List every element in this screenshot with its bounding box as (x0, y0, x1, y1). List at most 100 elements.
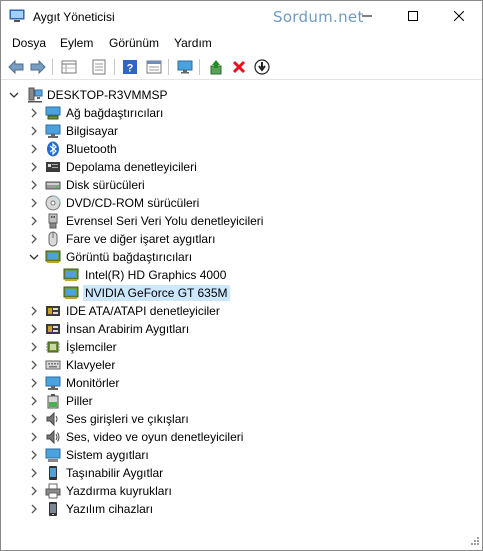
tree-category-row[interactable]: Yazılım cihazları (1, 500, 482, 518)
keyboard-icon (45, 357, 61, 373)
chevron-right-icon[interactable] (29, 324, 39, 334)
tree-device-label-selected: NVIDIA GeForce GT 635M (83, 285, 230, 301)
tree-category-row[interactable]: IDE ATA/ATAPI denetleyiciler (1, 302, 482, 320)
tree-category-label: Yazdırma kuyrukları (66, 484, 172, 498)
menu-dosya[interactable]: Dosya (12, 36, 46, 50)
menu-yardim[interactable]: Yardım (174, 36, 212, 50)
tree-category-row[interactable]: Piller (1, 392, 482, 410)
chevron-right-icon[interactable] (29, 432, 39, 442)
chevron-right-icon[interactable] (29, 360, 39, 370)
gpu-child-icon (63, 285, 79, 301)
tree-category-label: Fare ve diğer işaret aygıtları (66, 232, 216, 246)
computer-icon (45, 123, 61, 139)
tree-category-row[interactable]: Yazdırma kuyrukları (1, 482, 482, 500)
tree-category-label: Bilgisayar (66, 124, 119, 138)
menu-gorunum[interactable]: Görünüm (109, 36, 159, 50)
chevron-right-icon[interactable] (29, 216, 39, 226)
close-button[interactable] (436, 1, 482, 31)
chevron-right-icon[interactable] (29, 342, 39, 352)
chevron-right-icon[interactable] (29, 414, 39, 424)
device-tree[interactable]: DESKTOP-R3VMMSP Ağ bağdaştırıcıları Bilgi… (1, 81, 482, 543)
tree-category-row[interactable]: DVD/CD-ROM sürücüleri (1, 194, 482, 212)
tree-category-row[interactable]: Görüntü bağdaştırıcıları (1, 248, 482, 266)
tree-category-label: IDE ATA/ATAPI denetleyiciler (66, 304, 220, 318)
chevron-right-icon[interactable] (29, 126, 39, 136)
tree-category-row[interactable]: Bluetooth (1, 140, 482, 158)
chevron-right-icon[interactable] (29, 180, 39, 190)
chevron-right-icon[interactable] (29, 144, 39, 154)
chevron-right-icon[interactable] (29, 468, 39, 478)
chevron-right-icon[interactable] (29, 396, 39, 406)
toolbar-separator (199, 59, 200, 75)
tree-device-row[interactable]: Intel(R) HD Graphics 4000 (1, 266, 482, 284)
tree-category-row[interactable]: Sistem aygıtları (1, 446, 482, 464)
device-sheet-icon[interactable] (89, 57, 109, 77)
ide-icon (45, 303, 61, 319)
tree-category-row[interactable]: Disk sürücüleri (1, 176, 482, 194)
tree-category-row[interactable]: İşlemciler (1, 338, 482, 356)
update-driver-icon[interactable] (206, 57, 226, 77)
tree-category-label: Evrensel Seri Veri Yolu denetleyicileri (66, 214, 264, 228)
chevron-right-icon[interactable] (29, 108, 39, 118)
back-icon[interactable] (6, 57, 26, 77)
tree-category-row[interactable]: Monitörler (1, 374, 482, 392)
properties-grid-icon[interactable] (59, 57, 79, 77)
download-icon[interactable] (252, 57, 272, 77)
tree-category-label: Ses girişleri ve çıkışları (66, 412, 189, 426)
audio-io-icon (45, 411, 61, 427)
tree-category-label: Görüntü bağdaştırıcıları (66, 250, 193, 264)
tree-category-row[interactable]: Depolama denetleyicileri (1, 158, 482, 176)
chevron-right-icon[interactable] (29, 198, 39, 208)
chevron-right-icon[interactable] (29, 504, 39, 514)
tree-device-row[interactable]: NVIDIA GeForce GT 635M (1, 284, 482, 302)
tree-category-label: Taşınabilir Aygıtlar (66, 466, 164, 480)
menu-bar: Dosya Eylem Görünüm Yardım (1, 32, 482, 54)
tree-category-label: Sistem aygıtları (66, 448, 149, 462)
help-icon[interactable]: ? (120, 57, 140, 77)
tree-category-row[interactable]: Taşınabilir Aygıtlar (1, 464, 482, 482)
network-adapter-icon (45, 105, 61, 121)
tree-category-label: Bluetooth (66, 142, 117, 156)
device-manager-app-icon (9, 9, 25, 23)
mouse-icon (45, 231, 61, 247)
menu-eylem[interactable]: Eylem (60, 36, 93, 50)
dvd-icon (45, 195, 61, 211)
tree-category-row[interactable]: Ses girişleri ve çıkışları (1, 410, 482, 428)
tree-category-row[interactable]: Bilgisayar (1, 122, 482, 140)
tree-category-row[interactable]: Evrensel Seri Veri Yolu denetleyicileri (1, 212, 482, 230)
software-device-icon (45, 501, 61, 517)
display-adapter-icon (45, 249, 61, 265)
title-bar[interactable]: Aygıt Yöneticisi Sordum.net (1, 1, 482, 32)
chevron-right-icon[interactable] (29, 234, 39, 244)
chevron-down-icon[interactable] (29, 252, 39, 262)
chevron-right-icon[interactable] (29, 450, 39, 460)
chevron-right-icon[interactable] (29, 378, 39, 388)
toolbar: ? (1, 54, 482, 80)
minimize-button[interactable] (344, 1, 390, 31)
hid-icon (45, 321, 61, 337)
tree-category-row[interactable]: İnsan Arabirim Aygıtları (1, 320, 482, 338)
console-icon[interactable] (144, 57, 164, 77)
disk-drive-icon (45, 177, 61, 193)
chevron-right-icon[interactable] (29, 306, 39, 316)
maximize-button[interactable] (390, 1, 436, 31)
tree-category-row[interactable]: Ağ bağdaştırıcıları (1, 104, 482, 122)
monitor-icon[interactable] (175, 57, 195, 77)
forward-icon[interactable] (28, 57, 48, 77)
tree-root-row[interactable]: DESKTOP-R3VMMSP (1, 86, 482, 104)
resize-grip-icon[interactable] (468, 536, 480, 548)
tree-device-label: Intel(R) HD Graphics 4000 (85, 268, 227, 282)
uninstall-icon[interactable] (229, 57, 249, 77)
bluetooth-icon (45, 141, 61, 157)
tree-category-row[interactable]: Klavyeler (1, 356, 482, 374)
chevron-right-icon[interactable] (29, 486, 39, 496)
tree-category-label: DVD/CD-ROM sürücüleri (66, 196, 200, 210)
tree-category-label: Disk sürücüleri (66, 178, 145, 192)
tree-category-row[interactable]: Fare ve diğer işaret aygıtları (1, 230, 482, 248)
tree-category-label: Depolama denetleyicileri (66, 160, 197, 174)
tree-category-label: İnsan Arabirim Aygıtları (66, 322, 190, 336)
chevron-right-icon[interactable] (29, 162, 39, 172)
portable-device-icon (45, 465, 61, 481)
tree-category-row[interactable]: Ses, video ve oyun denetleyicileri (1, 428, 482, 446)
chevron-down-icon[interactable] (9, 90, 19, 100)
